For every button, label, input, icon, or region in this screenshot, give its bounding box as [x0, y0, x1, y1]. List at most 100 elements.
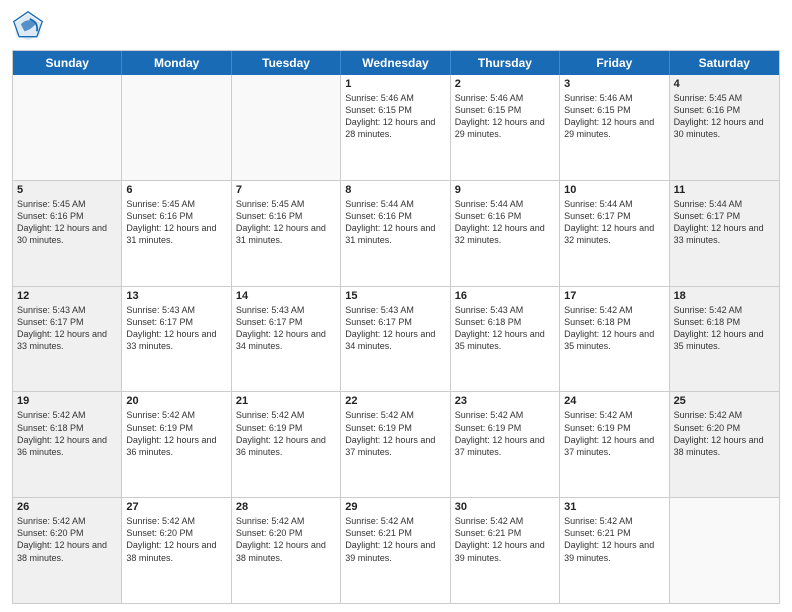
- header: [12, 10, 780, 42]
- cal-day-empty-0-1: [122, 75, 231, 180]
- day-info: Sunrise: 5:46 AM Sunset: 6:15 PM Dayligh…: [455, 92, 555, 141]
- day-number: 26: [17, 501, 117, 513]
- page: SundayMondayTuesdayWednesdayThursdayFrid…: [0, 0, 792, 612]
- cal-day-11: 11 Sunrise: 5:44 AM Sunset: 6:17 PM Dayli…: [670, 181, 779, 286]
- day-info: Sunrise: 5:43 AM Sunset: 6:17 PM Dayligh…: [126, 304, 226, 353]
- cal-week-3: 19 Sunrise: 5:42 AM Sunset: 6:18 PM Dayli…: [13, 391, 779, 497]
- cal-day-19: 19 Sunrise: 5:42 AM Sunset: 6:18 PM Dayli…: [13, 392, 122, 497]
- cal-day-21: 21 Sunrise: 5:42 AM Sunset: 6:19 PM Dayli…: [232, 392, 341, 497]
- cal-day-22: 22 Sunrise: 5:42 AM Sunset: 6:19 PM Dayli…: [341, 392, 450, 497]
- cal-day-15: 15Sunrise: 5:43 AM Sunset: 6:17 PM Dayli…: [341, 287, 450, 392]
- cal-day-14: 14Sunrise: 5:43 AM Sunset: 6:17 PM Dayli…: [232, 287, 341, 392]
- cal-day-17: 17Sunrise: 5:42 AM Sunset: 6:18 PM Dayli…: [560, 287, 669, 392]
- cal-header-monday: Monday: [122, 51, 231, 75]
- day-number: 16: [455, 290, 555, 302]
- day-info: Sunrise: 5:44 AM Sunset: 6:17 PM Dayligh…: [564, 198, 664, 247]
- day-info: Sunrise: 5:45 AM Sunset: 6:16 PM Dayligh…: [674, 92, 775, 141]
- day-info: Sunrise: 5:43 AM Sunset: 6:17 PM Dayligh…: [17, 304, 117, 353]
- day-number: 5: [17, 184, 117, 196]
- cal-header-tuesday: Tuesday: [232, 51, 341, 75]
- cal-week-1: 5 Sunrise: 5:45 AM Sunset: 6:16 PM Daylig…: [13, 180, 779, 286]
- logo: [12, 10, 48, 42]
- day-info: Sunrise: 5:42 AM Sunset: 6:20 PM Dayligh…: [17, 515, 117, 564]
- calendar-body: 1 Sunrise: 5:46 AM Sunset: 6:15 PM Daylig…: [13, 75, 779, 603]
- day-info: Sunrise: 5:42 AM Sunset: 6:21 PM Dayligh…: [345, 515, 445, 564]
- day-number: 23: [455, 395, 555, 407]
- calendar-header-row: SundayMondayTuesdayWednesdayThursdayFrid…: [13, 51, 779, 75]
- cal-day-30: 30 Sunrise: 5:42 AM Sunset: 6:21 PM Dayli…: [451, 498, 560, 603]
- day-info: Sunrise: 5:44 AM Sunset: 6:17 PM Dayligh…: [674, 198, 775, 247]
- cal-header-sunday: Sunday: [13, 51, 122, 75]
- day-info: Sunrise: 5:45 AM Sunset: 6:16 PM Dayligh…: [126, 198, 226, 247]
- calendar: SundayMondayTuesdayWednesdayThursdayFrid…: [12, 50, 780, 604]
- day-info: Sunrise: 5:42 AM Sunset: 6:19 PM Dayligh…: [455, 409, 555, 458]
- cal-day-27: 27 Sunrise: 5:42 AM Sunset: 6:20 PM Dayli…: [122, 498, 231, 603]
- cal-day-empty-0-0: [13, 75, 122, 180]
- cal-day-31: 31 Sunrise: 5:42 AM Sunset: 6:21 PM Dayli…: [560, 498, 669, 603]
- cal-day-16: 16Sunrise: 5:43 AM Sunset: 6:18 PM Dayli…: [451, 287, 560, 392]
- day-number: 11: [674, 184, 775, 196]
- cal-day-empty-4-6: [670, 498, 779, 603]
- cal-day-24: 24 Sunrise: 5:42 AM Sunset: 6:19 PM Dayli…: [560, 392, 669, 497]
- cal-day-26: 26 Sunrise: 5:42 AM Sunset: 6:20 PM Dayli…: [13, 498, 122, 603]
- day-info: Sunrise: 5:42 AM Sunset: 6:19 PM Dayligh…: [564, 409, 664, 458]
- day-number: 24: [564, 395, 664, 407]
- cal-day-29: 29Sunrise: 5:42 AM Sunset: 6:21 PM Dayli…: [341, 498, 450, 603]
- cal-day-20: 20Sunrise: 5:42 AM Sunset: 6:19 PM Dayli…: [122, 392, 231, 497]
- cal-day-8: 8 Sunrise: 5:44 AM Sunset: 6:16 PM Daylig…: [341, 181, 450, 286]
- cal-day-4: 4 Sunrise: 5:45 AM Sunset: 6:16 PM Daylig…: [670, 75, 779, 180]
- cal-day-10: 10 Sunrise: 5:44 AM Sunset: 6:17 PM Dayli…: [560, 181, 669, 286]
- day-number: 14: [236, 290, 336, 302]
- day-number: 30: [455, 501, 555, 513]
- day-number: 10: [564, 184, 664, 196]
- day-number: 25: [674, 395, 775, 407]
- cal-header-thursday: Thursday: [451, 51, 560, 75]
- day-info: Sunrise: 5:42 AM Sunset: 6:18 PM Dayligh…: [17, 409, 117, 458]
- cal-day-empty-0-2: [232, 75, 341, 180]
- day-number: 6: [126, 184, 226, 196]
- cal-header-friday: Friday: [560, 51, 669, 75]
- day-number: 20: [126, 395, 226, 407]
- day-number: 19: [17, 395, 117, 407]
- day-number: 3: [564, 78, 664, 90]
- day-number: 18: [674, 290, 775, 302]
- day-info: Sunrise: 5:46 AM Sunset: 6:15 PM Dayligh…: [345, 92, 445, 141]
- day-number: 17: [564, 290, 664, 302]
- day-number: 21: [236, 395, 336, 407]
- cal-day-23: 23 Sunrise: 5:42 AM Sunset: 6:19 PM Dayli…: [451, 392, 560, 497]
- day-number: 7: [236, 184, 336, 196]
- day-info: Sunrise: 5:45 AM Sunset: 6:16 PM Dayligh…: [236, 198, 336, 247]
- cal-day-12: 12Sunrise: 5:43 AM Sunset: 6:17 PM Dayli…: [13, 287, 122, 392]
- day-info: Sunrise: 5:42 AM Sunset: 6:20 PM Dayligh…: [674, 409, 775, 458]
- day-info: Sunrise: 5:42 AM Sunset: 6:20 PM Dayligh…: [126, 515, 226, 564]
- day-info: Sunrise: 5:46 AM Sunset: 6:15 PM Dayligh…: [564, 92, 664, 141]
- day-info: Sunrise: 5:42 AM Sunset: 6:21 PM Dayligh…: [455, 515, 555, 564]
- day-number: 22: [345, 395, 445, 407]
- cal-day-7: 7 Sunrise: 5:45 AM Sunset: 6:16 PM Daylig…: [232, 181, 341, 286]
- cal-day-6: 6 Sunrise: 5:45 AM Sunset: 6:16 PM Daylig…: [122, 181, 231, 286]
- day-info: Sunrise: 5:43 AM Sunset: 6:17 PM Dayligh…: [345, 304, 445, 353]
- day-number: 8: [345, 184, 445, 196]
- cal-week-0: 1 Sunrise: 5:46 AM Sunset: 6:15 PM Daylig…: [13, 75, 779, 180]
- day-number: 9: [455, 184, 555, 196]
- day-info: Sunrise: 5:42 AM Sunset: 6:18 PM Dayligh…: [674, 304, 775, 353]
- day-number: 2: [455, 78, 555, 90]
- day-info: Sunrise: 5:45 AM Sunset: 6:16 PM Dayligh…: [17, 198, 117, 247]
- day-info: Sunrise: 5:42 AM Sunset: 6:20 PM Dayligh…: [236, 515, 336, 564]
- day-info: Sunrise: 5:44 AM Sunset: 6:16 PM Dayligh…: [345, 198, 445, 247]
- day-number: 1: [345, 78, 445, 90]
- day-number: 4: [674, 78, 775, 90]
- day-number: 28: [236, 501, 336, 513]
- logo-icon: [12, 10, 44, 42]
- cal-day-13: 13Sunrise: 5:43 AM Sunset: 6:17 PM Dayli…: [122, 287, 231, 392]
- cal-day-5: 5 Sunrise: 5:45 AM Sunset: 6:16 PM Daylig…: [13, 181, 122, 286]
- cal-header-saturday: Saturday: [670, 51, 779, 75]
- cal-header-wednesday: Wednesday: [341, 51, 450, 75]
- day-number: 27: [126, 501, 226, 513]
- day-number: 31: [564, 501, 664, 513]
- cal-day-3: 3 Sunrise: 5:46 AM Sunset: 6:15 PM Daylig…: [560, 75, 669, 180]
- cal-day-28: 28 Sunrise: 5:42 AM Sunset: 6:20 PM Dayli…: [232, 498, 341, 603]
- day-info: Sunrise: 5:42 AM Sunset: 6:19 PM Dayligh…: [345, 409, 445, 458]
- day-info: Sunrise: 5:42 AM Sunset: 6:21 PM Dayligh…: [564, 515, 664, 564]
- day-info: Sunrise: 5:42 AM Sunset: 6:19 PM Dayligh…: [236, 409, 336, 458]
